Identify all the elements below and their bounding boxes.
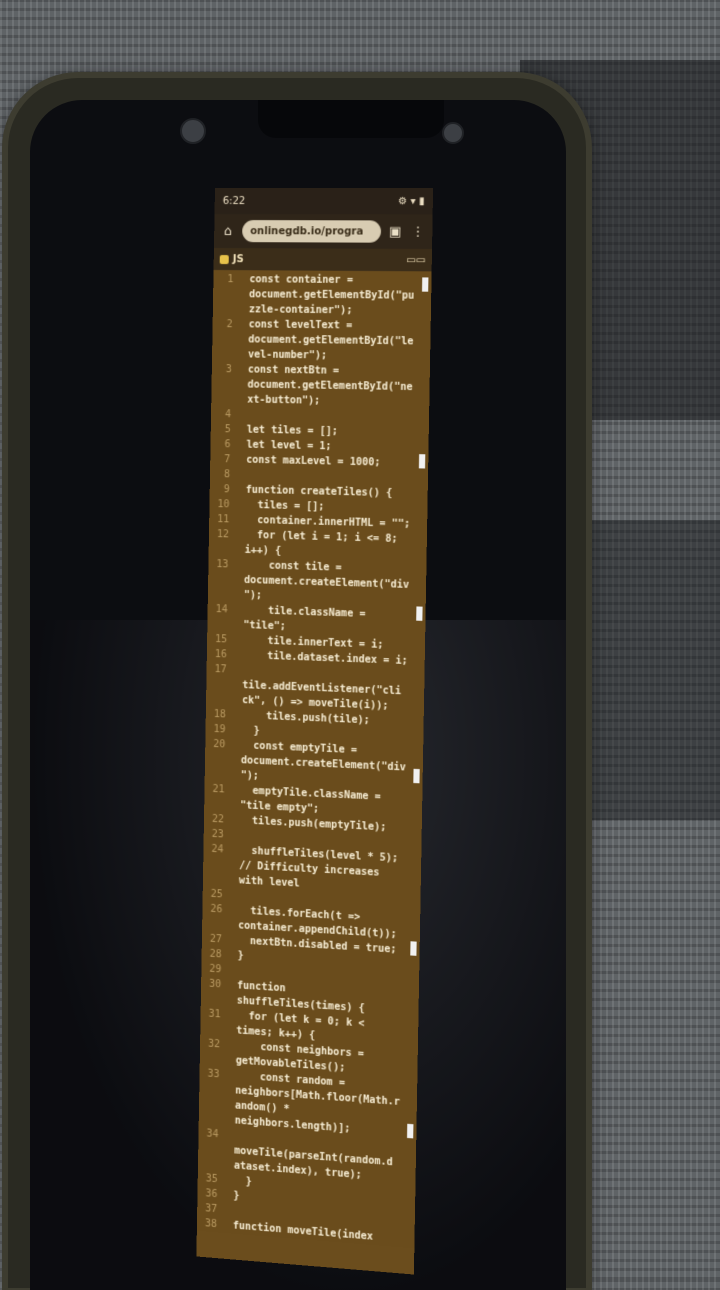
line-number bbox=[212, 332, 236, 347]
line-number bbox=[204, 796, 228, 812]
browser-display: 6:22 ⚙ ▾ ▮ ⌂ onlinegdb.io/progra ▣ ⋮ JS … bbox=[196, 188, 433, 1275]
browser-toolbar: ⌂ onlinegdb.io/progra ▣ ⋮ bbox=[214, 214, 433, 249]
line-number: 21 bbox=[204, 782, 228, 798]
phone-screen: 6:22 ⚙ ▾ ▮ ⌂ onlinegdb.io/progra ▣ ⋮ JS … bbox=[30, 100, 566, 1290]
line-number: 19 bbox=[205, 722, 229, 738]
sensor-icon bbox=[180, 118, 206, 144]
scroll-marker bbox=[407, 1124, 413, 1139]
code-text: const container = bbox=[237, 272, 418, 288]
line-number bbox=[207, 617, 231, 633]
scroll-marker bbox=[416, 606, 422, 620]
line-number bbox=[206, 692, 230, 708]
line-number bbox=[209, 542, 233, 558]
line-number: 2 bbox=[212, 317, 236, 332]
line-number bbox=[213, 302, 237, 317]
line-number: 4 bbox=[211, 407, 235, 422]
line-number bbox=[205, 752, 229, 768]
line-number: 9 bbox=[210, 482, 234, 498]
line-number bbox=[212, 347, 236, 362]
line-number: 28 bbox=[202, 946, 226, 962]
line-number: 23 bbox=[204, 826, 228, 842]
line-number bbox=[199, 1111, 223, 1128]
line-number: 30 bbox=[201, 976, 225, 992]
url-text: onlinegdb.io/progra bbox=[250, 226, 363, 237]
line-number bbox=[208, 572, 232, 588]
code-line: 1 const container = bbox=[213, 272, 431, 289]
line-number: 13 bbox=[208, 557, 232, 573]
code-text: document.getElementById("pu bbox=[237, 287, 418, 304]
line-number: 15 bbox=[207, 632, 231, 648]
tab-js-label: JS bbox=[233, 254, 244, 265]
editor-tab-bar: JS ▭▭ bbox=[214, 248, 432, 271]
status-time: 6:22 bbox=[223, 196, 246, 207]
scroll-marker bbox=[422, 277, 428, 291]
tab-js[interactable]: JS bbox=[220, 254, 244, 265]
scroll-marker bbox=[410, 941, 416, 956]
line-number bbox=[211, 392, 235, 407]
line-number bbox=[199, 1081, 223, 1098]
line-number: 25 bbox=[203, 886, 227, 902]
line-number: 16 bbox=[207, 647, 231, 663]
line-number bbox=[200, 1051, 224, 1068]
line-number bbox=[203, 856, 227, 872]
scroll-marker bbox=[413, 769, 419, 783]
line-number: 1 bbox=[213, 272, 237, 287]
line-number bbox=[200, 1021, 224, 1038]
line-number: 32 bbox=[200, 1036, 224, 1053]
tabs-icon[interactable]: ▣ bbox=[387, 224, 404, 239]
line-number: 3 bbox=[212, 362, 236, 377]
line-number: 12 bbox=[209, 527, 233, 543]
line-number: 31 bbox=[200, 1006, 224, 1023]
line-number: 29 bbox=[201, 961, 225, 977]
menu-icon[interactable]: ⋮ bbox=[410, 224, 427, 239]
line-number bbox=[202, 916, 226, 932]
status-icons: ⚙ ▾ ▮ bbox=[398, 196, 425, 207]
line-number bbox=[206, 677, 230, 693]
line-number: 27 bbox=[202, 931, 226, 947]
home-icon[interactable]: ⌂ bbox=[220, 224, 236, 239]
line-number: 10 bbox=[209, 497, 233, 513]
line-number: 6 bbox=[210, 437, 234, 452]
line-number: 11 bbox=[209, 512, 233, 528]
phone-body: 6:22 ⚙ ▾ ▮ ⌂ onlinegdb.io/progra ▣ ⋮ JS … bbox=[8, 78, 586, 1288]
line-number bbox=[208, 587, 232, 603]
line-number: 34 bbox=[198, 1126, 222, 1143]
code-editor[interactable]: 1 const container = document.getElementB… bbox=[197, 270, 432, 1248]
phone-notch bbox=[258, 100, 444, 138]
line-number: 38 bbox=[197, 1216, 221, 1233]
url-field[interactable]: onlinegdb.io/progra bbox=[242, 220, 381, 243]
status-bar: 6:22 ⚙ ▾ ▮ bbox=[215, 188, 434, 214]
line-number bbox=[203, 871, 227, 887]
line-number: 5 bbox=[211, 422, 235, 437]
line-number bbox=[201, 991, 225, 1007]
js-file-icon bbox=[220, 255, 229, 264]
scroll-marker bbox=[419, 454, 425, 468]
line-number: 7 bbox=[210, 452, 234, 468]
line-number bbox=[199, 1096, 223, 1113]
front-camera-icon bbox=[442, 122, 464, 144]
line-number: 17 bbox=[206, 662, 230, 678]
line-number bbox=[211, 377, 235, 392]
line-number: 24 bbox=[203, 841, 227, 857]
line-number: 20 bbox=[205, 737, 229, 753]
line-number bbox=[205, 767, 229, 783]
line-number: 18 bbox=[206, 707, 230, 723]
editor-actions-icon[interactable]: ▭▭ bbox=[406, 254, 426, 265]
line-number: 8 bbox=[210, 467, 234, 483]
line-number: 22 bbox=[204, 811, 228, 827]
line-number: 26 bbox=[202, 901, 226, 917]
line-number: 33 bbox=[199, 1066, 223, 1083]
line-number: 14 bbox=[208, 602, 232, 618]
line-number bbox=[213, 287, 237, 302]
